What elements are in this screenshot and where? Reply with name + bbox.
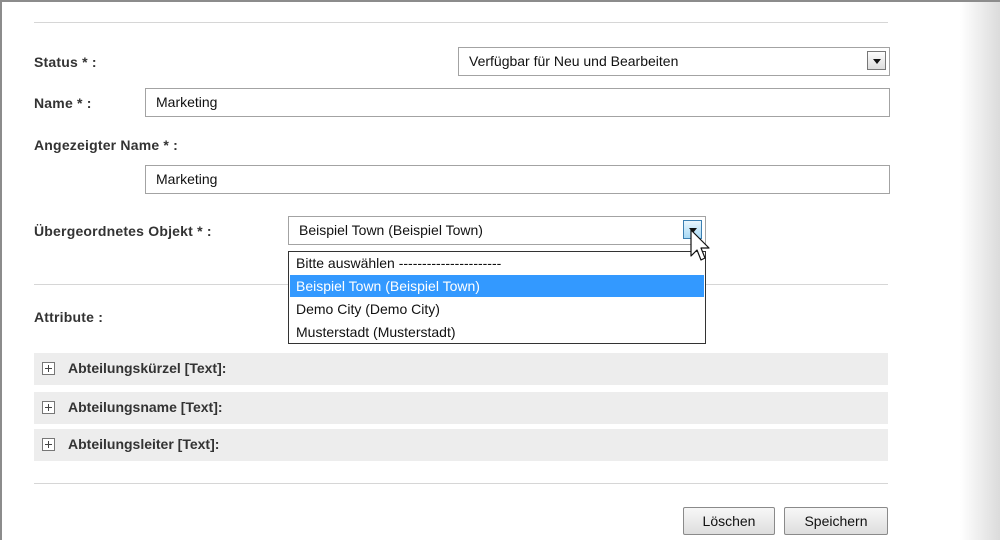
top-divider [34, 22, 888, 23]
attribute-row[interactable]: Abteilungsname [Text]: [34, 392, 888, 424]
dropdown-option[interactable]: Musterstadt (Musterstadt) [290, 321, 704, 343]
attribute-row[interactable]: Abteilungskürzel [Text]: [34, 353, 888, 385]
attribute-row[interactable]: Abteilungsleiter [Text]: [34, 429, 888, 461]
dropdown-option[interactable]: Demo City (Demo City) [290, 298, 704, 320]
delete-button[interactable]: Löschen [683, 507, 775, 535]
dropdown-option-selected[interactable]: Beispiel Town (Beispiel Town) [290, 275, 704, 297]
status-select[interactable]: Verfügbar für Neu und Bearbeiten [458, 47, 890, 76]
plus-icon[interactable] [42, 438, 55, 451]
footer-divider [34, 483, 888, 484]
display-name-input[interactable]: Marketing [145, 165, 890, 194]
display-name-label: Angezeigter Name * : [34, 137, 179, 153]
name-input[interactable]: Marketing [145, 88, 890, 117]
form-panel: Status * : Verfügbar für Neu und Bearbei… [0, 0, 1000, 540]
parent-object-select-value: Beispiel Town (Beispiel Town) [299, 222, 483, 238]
status-label: Status * : [34, 54, 97, 70]
parent-object-label: Übergeordnetes Objekt * : [34, 223, 212, 239]
attributes-label: Attribute : [34, 309, 104, 325]
plus-icon[interactable] [42, 401, 55, 414]
parent-object-dropdown-list: Bitte auswählen ---------------------- B… [288, 251, 706, 344]
chevron-down-icon [873, 59, 881, 64]
status-dropdown-button[interactable] [867, 51, 886, 70]
plus-icon[interactable] [42, 362, 55, 375]
status-select-value: Verfügbar für Neu und Bearbeiten [469, 53, 679, 69]
name-label: Name * : [34, 95, 92, 111]
attribute-row-label: Abteilungsleiter [Text]: [68, 436, 220, 452]
save-button[interactable]: Speichern [784, 507, 888, 535]
parent-object-select[interactable]: Beispiel Town (Beispiel Town) [288, 216, 706, 245]
attribute-row-label: Abteilungskürzel [Text]: [68, 360, 227, 376]
dropdown-option[interactable]: Bitte auswählen ---------------------- [290, 252, 704, 274]
attribute-row-label: Abteilungsname [Text]: [68, 399, 223, 415]
mouse-pointer-icon [690, 229, 710, 261]
